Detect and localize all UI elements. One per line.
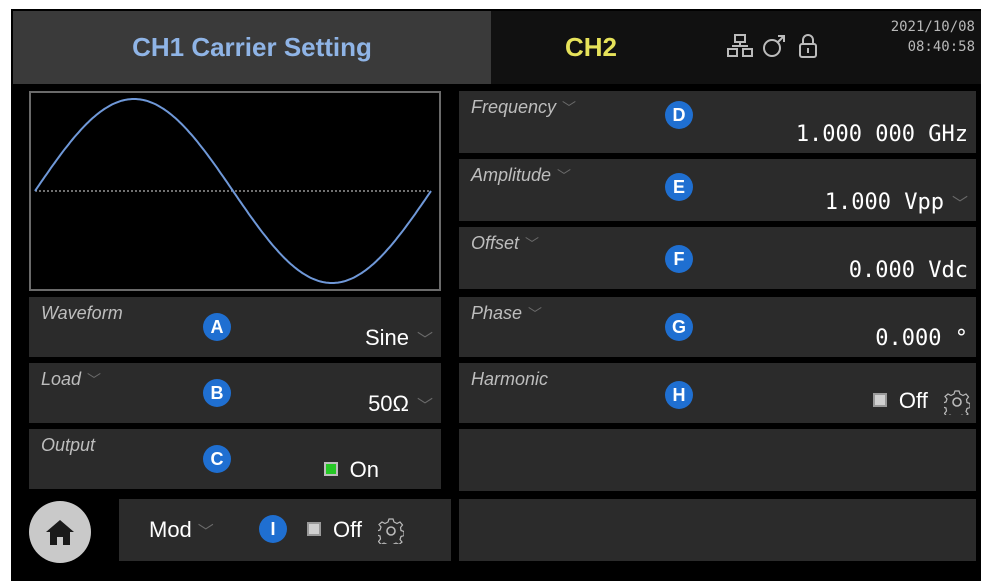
date-time: 2021/10/08 08:40:58 (891, 17, 975, 57)
badge-e: E (665, 173, 693, 201)
date: 2021/10/08 (890, 19, 975, 35)
badge-f: F (665, 245, 693, 273)
status-bar: 2021/10/08 08:40:58 (691, 11, 981, 84)
mod-selector[interactable]: Mod ﹀ (149, 517, 214, 543)
chevron-down-icon: ﹀ (416, 398, 433, 415)
output-state-indicator (323, 462, 338, 477)
empty-slot-1 (459, 429, 976, 491)
waveform-label: Waveform (41, 303, 123, 323)
mod-toggle[interactable]: Off (307, 517, 405, 545)
output-param[interactable]: Output C On (29, 429, 441, 489)
badge-h: H (665, 381, 693, 409)
output-toggle[interactable]: On (323, 457, 379, 483)
lock-icon (799, 34, 817, 58)
mod-settings-gear-icon[interactable] (378, 518, 405, 545)
chevron-down-icon: ﹀ (557, 168, 572, 184)
ch2-tab-label: CH2 (564, 32, 617, 62)
badge-b: B (203, 379, 231, 407)
phase-param[interactable]: Phase ﹀ G 0.000 ° (459, 297, 976, 357)
badge-d: D (665, 101, 693, 129)
load-label[interactable]: Load ﹀ (41, 369, 101, 390)
harmonic-toggle[interactable]: Off (872, 388, 970, 415)
amplitude-value[interactable]: 1.000 Vpp ﹀ (825, 190, 968, 215)
empty-slot-2 (459, 499, 976, 561)
load-value[interactable]: 50Ω ﹀ (368, 391, 433, 417)
network-icon (727, 34, 753, 57)
ch2-tab[interactable]: CH2 (491, 11, 691, 84)
phase-value[interactable]: 0.000 ° (875, 326, 968, 351)
frequency-value[interactable]: 1.000 000 GHz (796, 122, 968, 147)
harmonic-settings-gear-icon[interactable] (944, 389, 970, 415)
mod-row[interactable]: Mod ﹀ I Off (119, 499, 451, 561)
waveform-preview (29, 91, 441, 291)
frequency-param[interactable]: Frequency ﹀ D 1.000 000 GHz (459, 91, 976, 153)
mod-state-indicator (307, 522, 321, 537)
output-label: Output (41, 435, 96, 455)
load-param[interactable]: Load ﹀ B 50Ω ﹀ (29, 363, 441, 423)
amplitude-label[interactable]: Amplitude ﹀ (471, 165, 571, 186)
chevron-down-icon: ﹀ (197, 524, 214, 541)
chevron-down-icon: ﹀ (528, 306, 543, 322)
badge-a: A (203, 313, 231, 341)
waveform-value[interactable]: Sine ﹀ (365, 325, 433, 351)
frequency-label[interactable]: Frequency ﹀ (471, 97, 576, 118)
usb-icon (763, 35, 785, 57)
amplitude-param[interactable]: Amplitude ﹀ E 1.000 Vpp ﹀ (459, 159, 976, 221)
time: 08:40:58 (907, 39, 975, 55)
home-button[interactable] (29, 501, 91, 563)
badge-c: C (203, 445, 231, 473)
chevron-down-icon: ﹀ (525, 236, 540, 252)
offset-label[interactable]: Offset ﹀ (471, 233, 539, 254)
offset-value[interactable]: 0.000 Vdc (849, 258, 968, 283)
harmonic-label: Harmonic (471, 369, 549, 389)
chevron-down-icon: ﹀ (87, 372, 102, 388)
chevron-down-icon: ﹀ (562, 100, 577, 116)
harmonic-state-indicator (872, 393, 887, 407)
offset-param[interactable]: Offset ﹀ F 0.000 Vdc (459, 227, 976, 289)
chevron-down-icon: ﹀ (416, 332, 433, 349)
phase-label[interactable]: Phase ﹀ (471, 303, 542, 324)
ch1-title-tab[interactable]: CH1 Carrier Setting (13, 11, 491, 84)
instrument-screen: CH1 Carrier Setting CH2 2021/10/08 08:40… (11, 9, 981, 581)
badge-g: G (665, 313, 693, 341)
badge-i: I (259, 515, 287, 543)
harmonic-param[interactable]: Harmonic H Off (459, 363, 976, 423)
waveform-param[interactable]: Waveform A Sine ﹀ (29, 297, 441, 357)
ch1-title: CH1 Carrier Setting (132, 32, 372, 62)
home-icon (46, 520, 74, 545)
waveform-plot (34, 98, 432, 284)
chevron-down-icon: ﹀ (951, 196, 968, 213)
